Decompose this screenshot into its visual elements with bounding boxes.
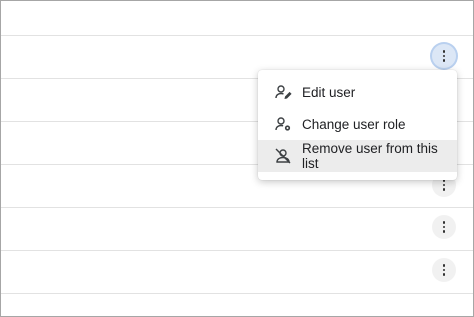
- row-divider: [1, 35, 473, 36]
- more-vert-icon: [442, 221, 446, 233]
- row-divider: [1, 207, 473, 208]
- more-vert-icon: [442, 264, 446, 276]
- edit-user-icon: [274, 83, 292, 101]
- menu-item-label: Edit user: [302, 84, 356, 100]
- user-settings-icon: [274, 115, 292, 133]
- more-vert-icon: [442, 50, 446, 62]
- remove-user-icon: [274, 147, 292, 165]
- row-actions-button[interactable]: [432, 44, 456, 68]
- user-list-panel: Edit user Change user role Remove user f…: [0, 0, 474, 317]
- more-vert-icon: [442, 179, 446, 191]
- user-actions-menu: Edit user Change user role Remove user f…: [258, 70, 457, 180]
- row-actions-button[interactable]: [432, 258, 456, 282]
- menu-item-change-role[interactable]: Change user role: [258, 108, 457, 140]
- menu-item-label: Remove user from this list: [302, 141, 438, 171]
- row-actions-button[interactable]: [432, 215, 456, 239]
- menu-item-label: Change user role: [302, 116, 406, 132]
- row-divider: [1, 293, 473, 294]
- menu-item-edit-user[interactable]: Edit user: [258, 76, 457, 108]
- row-divider: [1, 250, 473, 251]
- menu-item-remove-user[interactable]: Remove user from this list: [258, 140, 457, 172]
